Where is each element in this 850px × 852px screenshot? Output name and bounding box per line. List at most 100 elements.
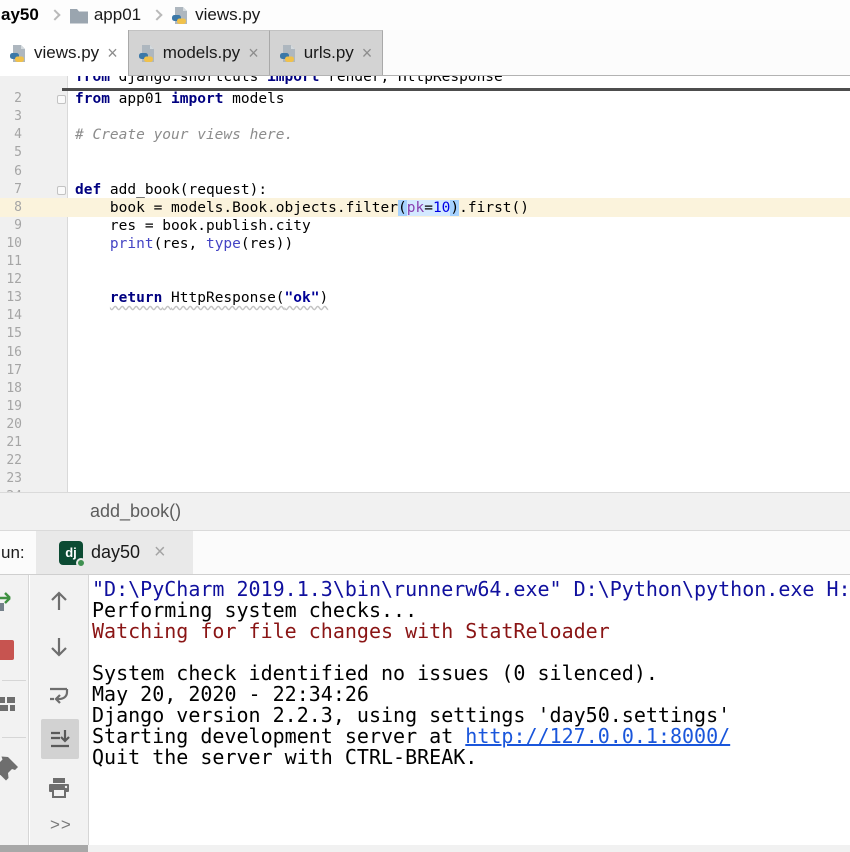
line-number[interactable]: 8 <box>0 199 22 217</box>
scroll-to-end-icon <box>48 727 72 751</box>
python-file-icon <box>171 6 190 25</box>
code-segment: ) <box>319 290 328 306</box>
stop-button[interactable] <box>0 638 16 662</box>
breadcrumb-item-views.py[interactable]: views.py <box>171 5 260 25</box>
tab-urls.py[interactable]: urls.py× <box>270 30 384 75</box>
code-line[interactable]: res = book.publish.city <box>75 217 311 235</box>
print-button[interactable] <box>46 775 70 799</box>
console-line: Quit the server with CTRL-BREAK. <box>92 747 477 768</box>
line-number[interactable]: 19 <box>0 398 22 416</box>
line-number[interactable]: 3 <box>0 108 22 126</box>
line-number[interactable]: 13 <box>0 289 22 307</box>
run-toolbar-console: >> <box>30 575 89 845</box>
scroll-to-end-button[interactable] <box>41 719 79 759</box>
more-options-button[interactable]: >> <box>50 815 72 835</box>
fold-marker-icon[interactable] <box>57 186 66 195</box>
scrollbar-thumb[interactable] <box>0 845 88 852</box>
line-number[interactable]: 22 <box>0 452 22 470</box>
code-line[interactable]: from django.shortcuts import render, Htt… <box>75 76 503 86</box>
run-panel-label: un: <box>0 543 36 563</box>
rerun-button[interactable] <box>0 590 18 614</box>
line-number[interactable]: 21 <box>0 434 22 452</box>
line-number[interactable]: 9 <box>0 217 22 235</box>
code-segment: ( <box>398 200 407 216</box>
run-tab-close-icon[interactable]: × <box>148 541 166 564</box>
code-line[interactable]: def add_book(request): <box>75 181 267 199</box>
code-segment: type <box>206 236 241 252</box>
line-number[interactable]: 10 <box>0 235 22 253</box>
console-output[interactable]: "D:\PyCharm 2019.1.3\bin\runnerw64.exe" … <box>92 579 850 841</box>
code-segment: django.shortcuts <box>119 76 267 85</box>
code-segment: return <box>110 290 162 306</box>
down-stack-trace-button[interactable] <box>47 635 71 659</box>
django-run-icon: dj <box>59 541 83 565</box>
console-line: May 20, 2020 - 22:34:26 <box>92 684 369 705</box>
code-line[interactable]: book = models.Book.objects.filter(pk=10)… <box>75 199 529 217</box>
code-segment: (res)) <box>241 236 293 252</box>
restore-layout-button[interactable] <box>0 692 18 716</box>
line-number[interactable]: 7 <box>0 181 22 199</box>
code-segment: res = book.publish.city <box>75 218 311 234</box>
code-segment: from <box>75 76 119 85</box>
code-editor[interactable]: from django.shortcuts import render, Htt… <box>0 76 850 492</box>
code-segment: "ok" <box>285 290 320 306</box>
pin-button[interactable] <box>0 755 18 779</box>
console-line: System check identified no issues (0 sil… <box>92 663 658 684</box>
line-number[interactable]: 16 <box>0 344 22 362</box>
stop-icon <box>0 638 16 662</box>
code-segment: pk <box>407 200 424 216</box>
code-line[interactable]: # Create your views here. <box>75 126 293 144</box>
soft-wrap-button[interactable] <box>47 683 71 707</box>
breadcrumb-item-app01[interactable]: app01 <box>69 5 141 25</box>
code-segment <box>162 290 171 306</box>
printer-icon <box>46 775 72 801</box>
line-number[interactable]: 5 <box>0 144 22 162</box>
line-number[interactable]: 6 <box>0 163 22 181</box>
rerun-icon <box>0 590 18 614</box>
code-line[interactable]: return HttpResponse("ok") <box>75 289 328 307</box>
line-number[interactable]: 12 <box>0 271 22 289</box>
code-line[interactable]: from app01 import models <box>75 90 285 108</box>
tab-close-icon[interactable]: × <box>360 46 373 60</box>
arrow-down-icon <box>47 635 71 659</box>
line-number[interactable]: 14 <box>0 307 22 325</box>
restore-layout-icon <box>0 692 18 716</box>
fold-marker-icon[interactable] <box>57 95 66 104</box>
line-number[interactable]: 18 <box>0 380 22 398</box>
run-config-tab-day50[interactable]: dj day50 × <box>36 531 193 574</box>
code-segment: book = models.Book.objects.filter <box>75 200 398 216</box>
tab-close-icon[interactable]: × <box>246 46 259 60</box>
soft-wrap-icon <box>47 683 71 707</box>
line-number[interactable]: 20 <box>0 416 22 434</box>
code-segment: from <box>75 91 119 107</box>
run-tab-label: day50 <box>91 542 140 563</box>
run-tab-row: un: dj day50 × <box>0 531 850 575</box>
breadcrumb-item-ay50[interactable]: ay50 <box>1 5 39 25</box>
line-number[interactable]: 11 <box>0 253 22 271</box>
horizontal-scrollbar <box>0 845 850 852</box>
tab-label: models.py <box>163 43 240 63</box>
line-number[interactable]: 2 <box>0 90 22 108</box>
code-segment: 10 <box>433 200 450 216</box>
breadcrumb-label: app01 <box>94 5 141 25</box>
code-segment: def <box>75 182 110 198</box>
run-toolbar-left <box>0 575 29 845</box>
breadcrumb-chevron-icon <box>49 9 60 20</box>
function-breadcrumb[interactable]: add_book() <box>90 501 181 522</box>
line-number[interactable]: 4 <box>0 126 22 144</box>
line-number[interactable]: 23 <box>0 470 22 488</box>
console-line: Django version 2.2.3, using settings 'da… <box>92 705 730 726</box>
line-number[interactable]: 17 <box>0 362 22 380</box>
code-segment: # Create your views here. <box>75 127 293 143</box>
run-console: >> "D:\PyCharm 2019.1.3\bin\runnerw64.ex… <box>0 575 850 845</box>
tab-models.py[interactable]: models.py × <box>129 30 270 75</box>
code-segment: (res, <box>154 236 206 252</box>
tab-close-icon[interactable]: × <box>105 46 118 60</box>
code-line[interactable]: print(res, type(res)) <box>75 235 293 253</box>
code-segment: ) <box>450 200 459 216</box>
code-segment: import <box>171 91 232 107</box>
server-url-link[interactable]: http://127.0.0.1:8000/ <box>465 724 730 748</box>
line-number[interactable]: 15 <box>0 325 22 343</box>
tab-views.py[interactable]: views.py× <box>0 30 129 76</box>
up-stack-trace-button[interactable] <box>47 589 71 613</box>
